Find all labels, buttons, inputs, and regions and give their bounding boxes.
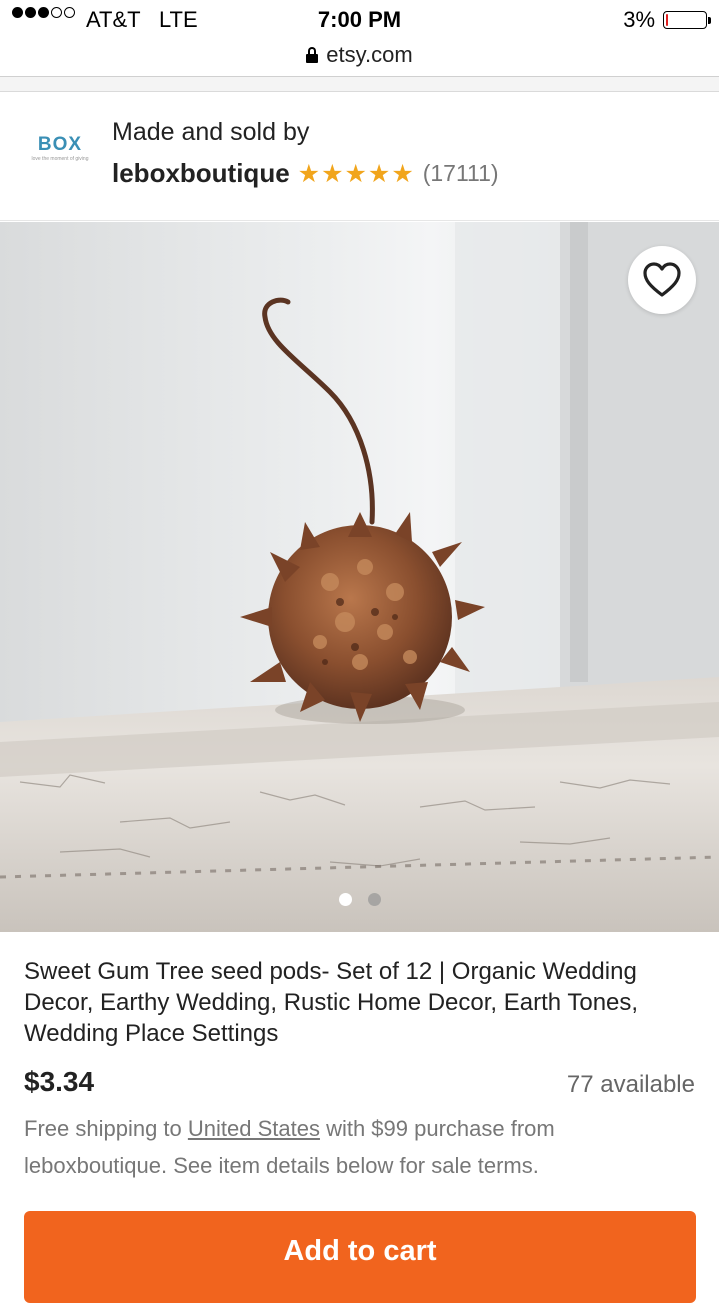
listing-image-carousel[interactable]	[0, 222, 719, 932]
review-count[interactable]: (17111)	[423, 160, 499, 187]
shipping-country-link[interactable]: United States	[188, 1116, 320, 1141]
address-bar[interactable]: etsy.com	[0, 40, 719, 70]
shop-name-link[interactable]: leboxboutique	[112, 158, 290, 189]
shop-logo-tagline: love the moment of giving	[31, 156, 89, 162]
favorite-button[interactable]	[628, 246, 696, 314]
shop-header[interactable]: BOX love the moment of giving Made and s…	[0, 92, 719, 221]
carousel-dot[interactable]	[367, 893, 381, 906]
availability-count: 77 available	[566, 1071, 695, 1098]
shop-logo[interactable]: BOX love the moment of giving	[22, 134, 98, 182]
shop-info: leboxboutique ★★★★★ (17111)	[112, 158, 499, 189]
battery-icon	[663, 11, 711, 29]
browser-toolbar-strip	[0, 77, 719, 92]
shipping-info: Free shipping to United States with $99 …	[24, 1110, 696, 1184]
star-rating-icon: ★★★★★	[297, 159, 415, 188]
made-by-label: Made and sold by	[112, 118, 310, 146]
lock-icon	[306, 47, 319, 63]
heart-outline-icon	[643, 262, 681, 297]
status-bar: AT&T LTE 7:00 PM 3%	[0, 0, 719, 40]
carousel-pagination	[0, 893, 719, 906]
sweet-gum-seed-pod-photo	[0, 222, 719, 932]
listing-title: Sweet Gum Tree seed pods- Set of 12 | Or…	[24, 958, 639, 1047]
carousel-dot[interactable]	[338, 893, 352, 906]
clock: 7:00 PM	[317, 7, 402, 32]
shipping-prefix: Free shipping to	[24, 1116, 188, 1141]
shop-logo-text: BOX	[37, 134, 83, 155]
listing-price: $3.34	[24, 1066, 95, 1097]
url-text: etsy.com	[326, 42, 413, 67]
add-to-cart-button[interactable]: Add to cart	[24, 1211, 696, 1303]
add-to-cart-label: Add to cart	[283, 1235, 437, 1267]
battery-percent: 3%	[623, 7, 655, 32]
